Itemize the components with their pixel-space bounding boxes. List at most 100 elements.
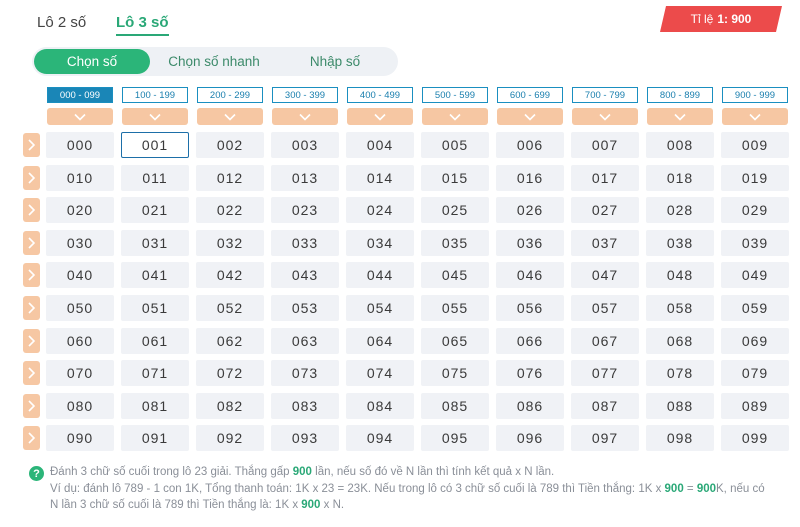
number-cell[interactable]: 031	[121, 230, 189, 256]
number-cell[interactable]: 069	[721, 328, 789, 354]
number-cell[interactable]: 024	[346, 197, 414, 223]
number-cell[interactable]: 090	[46, 425, 114, 451]
number-cell[interactable]: 096	[496, 425, 564, 451]
number-cell[interactable]: 016	[496, 165, 564, 191]
number-cell[interactable]: 058	[646, 295, 714, 321]
number-cell[interactable]: 066	[496, 328, 564, 354]
range-button[interactable]: 600 - 699	[497, 87, 563, 103]
number-cell[interactable]: 083	[271, 393, 339, 419]
number-cell[interactable]: 041	[121, 262, 189, 288]
range-button[interactable]: 900 - 999	[722, 87, 788, 103]
select-row-button[interactable]	[23, 166, 40, 190]
number-cell[interactable]: 038	[646, 230, 714, 256]
number-cell[interactable]: 085	[421, 393, 489, 419]
number-cell[interactable]: 021	[121, 197, 189, 223]
select-column-button[interactable]	[722, 108, 788, 125]
number-cell[interactable]: 082	[196, 393, 264, 419]
number-cell[interactable]: 026	[496, 197, 564, 223]
number-cell[interactable]: 064	[346, 328, 414, 354]
select-column-button[interactable]	[197, 108, 263, 125]
number-cell[interactable]: 067	[571, 328, 639, 354]
number-cell[interactable]: 010	[46, 165, 114, 191]
number-cell[interactable]: 015	[421, 165, 489, 191]
number-cell[interactable]: 045	[421, 262, 489, 288]
select-row-button[interactable]	[23, 329, 40, 353]
number-cell[interactable]: 062	[196, 328, 264, 354]
number-cell[interactable]: 079	[721, 360, 789, 386]
number-cell[interactable]: 029	[721, 197, 789, 223]
select-column-button[interactable]	[497, 108, 563, 125]
number-cell[interactable]: 042	[196, 262, 264, 288]
number-cell[interactable]: 039	[721, 230, 789, 256]
number-cell[interactable]: 087	[571, 393, 639, 419]
number-cell[interactable]: 003	[271, 132, 339, 158]
select-column-button[interactable]	[347, 108, 413, 125]
number-cell[interactable]: 012	[196, 165, 264, 191]
range-button[interactable]: 100 - 199	[122, 87, 188, 103]
number-cell[interactable]: 047	[571, 262, 639, 288]
number-cell[interactable]: 089	[721, 393, 789, 419]
number-cell[interactable]: 018	[646, 165, 714, 191]
number-cell[interactable]: 055	[421, 295, 489, 321]
number-cell[interactable]: 072	[196, 360, 264, 386]
number-cell[interactable]: 080	[46, 393, 114, 419]
number-cell[interactable]: 046	[496, 262, 564, 288]
number-cell[interactable]: 009	[721, 132, 789, 158]
number-cell[interactable]: 050	[46, 295, 114, 321]
number-cell[interactable]: 001	[121, 132, 189, 158]
number-cell[interactable]: 000	[46, 132, 114, 158]
number-cell[interactable]: 023	[271, 197, 339, 223]
number-cell[interactable]: 074	[346, 360, 414, 386]
number-cell[interactable]: 057	[571, 295, 639, 321]
select-row-button[interactable]	[23, 296, 40, 320]
number-cell[interactable]: 092	[196, 425, 264, 451]
select-row-button[interactable]	[23, 426, 40, 450]
number-cell[interactable]: 095	[421, 425, 489, 451]
number-cell[interactable]: 078	[646, 360, 714, 386]
number-cell[interactable]: 006	[496, 132, 564, 158]
range-button[interactable]: 700 - 799	[572, 87, 638, 103]
number-cell[interactable]: 061	[121, 328, 189, 354]
number-cell[interactable]: 007	[571, 132, 639, 158]
number-cell[interactable]: 025	[421, 197, 489, 223]
number-cell[interactable]: 052	[196, 295, 264, 321]
number-cell[interactable]: 033	[271, 230, 339, 256]
number-cell[interactable]: 022	[196, 197, 264, 223]
select-row-button[interactable]	[23, 133, 40, 157]
number-cell[interactable]: 011	[121, 165, 189, 191]
number-cell[interactable]: 077	[571, 360, 639, 386]
number-cell[interactable]: 060	[46, 328, 114, 354]
select-column-button[interactable]	[122, 108, 188, 125]
select-row-button[interactable]	[23, 198, 40, 222]
number-cell[interactable]: 065	[421, 328, 489, 354]
select-column-button[interactable]	[272, 108, 338, 125]
number-cell[interactable]: 088	[646, 393, 714, 419]
range-button[interactable]: 200 - 299	[197, 87, 263, 103]
number-cell[interactable]: 094	[346, 425, 414, 451]
number-cell[interactable]: 071	[121, 360, 189, 386]
number-cell[interactable]: 059	[721, 295, 789, 321]
range-button[interactable]: 500 - 599	[422, 87, 488, 103]
mode-nhap-so[interactable]: Nhập số	[280, 47, 390, 76]
number-cell[interactable]: 040	[46, 262, 114, 288]
select-column-button[interactable]	[572, 108, 638, 125]
number-cell[interactable]: 076	[496, 360, 564, 386]
number-cell[interactable]: 014	[346, 165, 414, 191]
number-cell[interactable]: 044	[346, 262, 414, 288]
number-cell[interactable]: 048	[646, 262, 714, 288]
number-cell[interactable]: 054	[346, 295, 414, 321]
number-cell[interactable]: 097	[571, 425, 639, 451]
number-cell[interactable]: 073	[271, 360, 339, 386]
select-row-button[interactable]	[23, 263, 40, 287]
select-column-button[interactable]	[422, 108, 488, 125]
number-cell[interactable]: 027	[571, 197, 639, 223]
number-cell[interactable]: 070	[46, 360, 114, 386]
number-cell[interactable]: 099	[721, 425, 789, 451]
number-cell[interactable]: 013	[271, 165, 339, 191]
select-row-button[interactable]	[23, 394, 40, 418]
select-column-button[interactable]	[647, 108, 713, 125]
mode-chon-so[interactable]: Chọn số	[34, 49, 150, 74]
number-cell[interactable]: 028	[646, 197, 714, 223]
number-cell[interactable]: 075	[421, 360, 489, 386]
number-cell[interactable]: 084	[346, 393, 414, 419]
